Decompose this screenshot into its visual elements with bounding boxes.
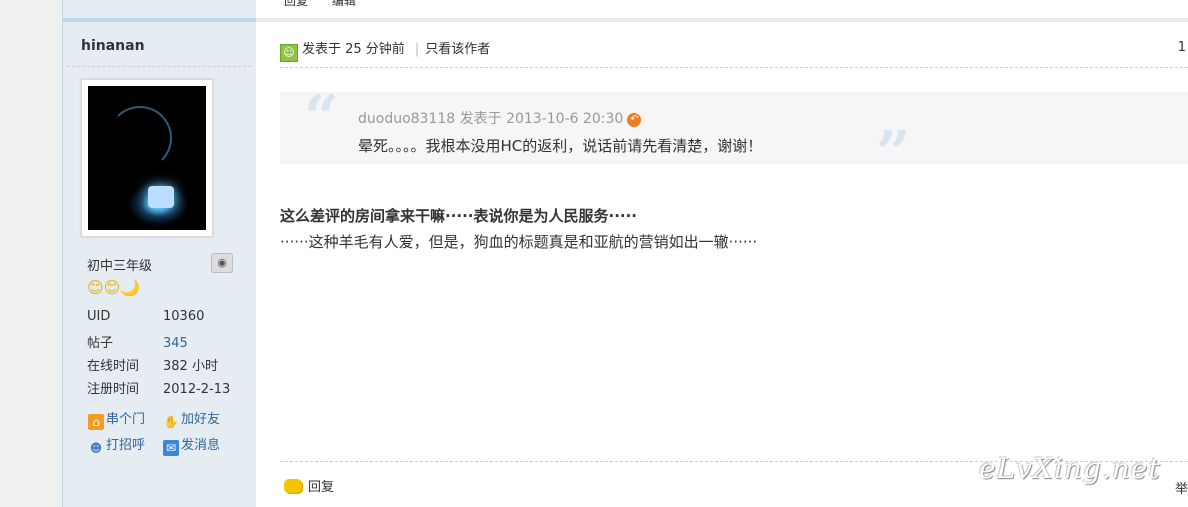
- quote-author-time: duoduo83118 发表于 2013-10-6 20:30: [358, 111, 624, 127]
- header-divider: [280, 67, 1188, 68]
- report-button[interactable]: 举: [1175, 478, 1188, 497]
- open-quote-icon: “: [304, 83, 339, 153]
- reply-button[interactable]: 回复: [284, 476, 334, 495]
- greet-link[interactable]: ☻ 打招呼: [88, 434, 145, 456]
- online-user-icon: ☺: [280, 44, 298, 62]
- stat-value: 382 小时: [163, 359, 218, 374]
- previous-post-actions: 回复 编辑: [284, 0, 376, 6]
- floor-number[interactable]: 1: [1178, 40, 1186, 55]
- posts-count-link[interactable]: 345: [163, 336, 188, 351]
- handshake-icon: ✋: [163, 415, 179, 429]
- visit-label: 串个门: [106, 412, 146, 427]
- prev-edit-button[interactable]: 编辑: [332, 0, 356, 6]
- reply-icon: [284, 479, 302, 493]
- stat-label: UID: [87, 309, 111, 324]
- greet-icon: ☻: [89, 441, 103, 455]
- username[interactable]: hinanan: [81, 38, 145, 54]
- stat-online-time: 在线时间 382 小时: [87, 355, 218, 374]
- home-icon: ⌂: [88, 414, 104, 430]
- avatar-figure: [108, 106, 172, 170]
- stat-value: 2012-2-13: [163, 382, 231, 397]
- user-sidebar: hinanan 初中三年级 ◉ 😊😊🌙 UID 10360 帖子 345 在线时间 3…: [62, 0, 257, 507]
- rank-stars: 😊😊🌙: [87, 278, 141, 297]
- posted-time: 发表于 25 分钟前: [302, 42, 405, 57]
- reply-label: 回复: [308, 480, 335, 495]
- avatar-glow: [148, 186, 174, 208]
- quote-text: 晕死。。。。我根本没用HC的返利，说话前请先看清楚，谢谢！: [358, 137, 763, 155]
- post-header: ☺ 发表于 25 分钟前 | 只看该作者: [280, 38, 490, 62]
- sidebar-top-rule: [63, 18, 256, 22]
- send-message-label: 发消息: [181, 438, 221, 453]
- go-to-quote-icon[interactable]: ↶: [627, 113, 642, 127]
- send-message-link[interactable]: ✉ 发消息: [163, 434, 220, 456]
- stat-label: 注册时间: [87, 382, 140, 397]
- left-gutter: [0, 0, 62, 507]
- post-top-rule: [256, 18, 1188, 22]
- stat-label: 帖子: [87, 336, 114, 351]
- quote-meta: duoduo83118 发表于 2013-10-6 20:30 ↶: [358, 108, 642, 128]
- avatar[interactable]: [81, 79, 213, 237]
- add-friend-label: 加好友: [181, 412, 221, 427]
- stat-label: 在线时间: [87, 359, 140, 374]
- rank-badge-icon: ◉: [211, 253, 233, 273]
- add-friend-link[interactable]: ✋ 加好友: [163, 408, 221, 430]
- user-rank: 初中三年级: [87, 259, 153, 274]
- post-content: 回复 编辑 ☺ 发表于 25 分钟前 | 只看该作者 1 “ duoduo83118 …: [256, 0, 1188, 507]
- post-body-bold: 这么差评的房间拿来干嘛·····表说你是为人民服务·····: [280, 207, 637, 225]
- message-icon: ✉: [163, 440, 179, 456]
- user-divider: [67, 66, 251, 67]
- avatar-image[interactable]: [88, 86, 206, 230]
- visit-link[interactable]: ⌂ 串个门: [88, 408, 145, 430]
- stat-posts: 帖子 345: [87, 332, 188, 351]
- stat-value: 10360: [163, 309, 205, 324]
- close-quote-icon: ”: [876, 119, 911, 189]
- only-author-link[interactable]: 只看该作者: [425, 42, 490, 57]
- stat-register-date: 注册时间 2012-2-13: [87, 378, 230, 397]
- prev-reply-button[interactable]: 回复: [284, 0, 308, 6]
- greet-label: 打招呼: [106, 438, 146, 453]
- stat-uid: UID 10360: [87, 309, 204, 324]
- quote-block: “ duoduo83118 发表于 2013-10-6 20:30 ↶ 晕死。。。…: [280, 88, 1188, 184]
- site-watermark: eLvXing.net: [979, 452, 1161, 485]
- separator: |: [414, 42, 420, 57]
- post-body-text: ······这种羊毛有人爱，但是，狗血的标题真是和亚航的营销如出一辙······: [280, 233, 758, 251]
